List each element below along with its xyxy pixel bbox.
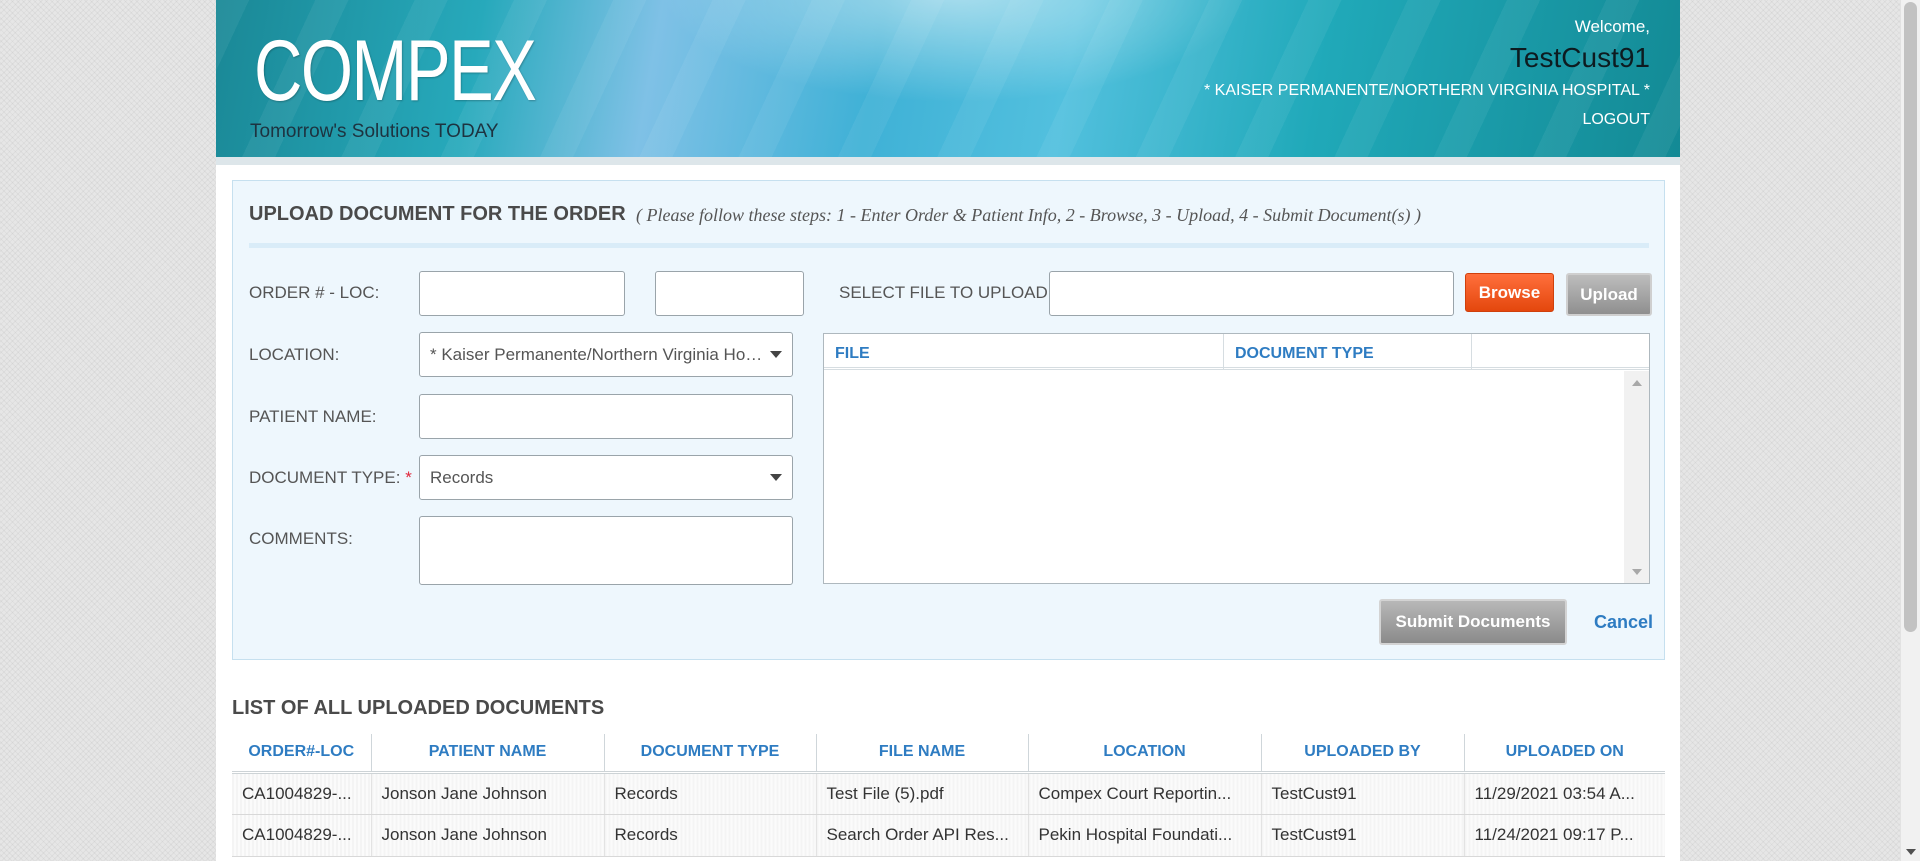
- upload-instructions: ( Please follow these steps: 1 - Enter O…: [636, 205, 1422, 225]
- tagline: Tomorrow's Solutions TODAY: [250, 121, 499, 142]
- cell-uploaded-by: TestCust91: [1261, 814, 1465, 857]
- welcome-text: Welcome,: [1574, 17, 1650, 36]
- header-banner: COMPEX Tomorrow's Solutions TODAY Welcom…: [216, 0, 1680, 157]
- cell-location: Compex Court Reportin...: [1028, 772, 1262, 815]
- cell-uploaded-by: TestCust91: [1261, 772, 1465, 815]
- scroll-down-icon[interactable]: [1632, 569, 1642, 575]
- cell-patient-name: Jonson Jane Johnson: [371, 772, 605, 815]
- column-header-document-type[interactable]: DOCUMENT TYPE: [604, 734, 817, 774]
- location-label: LOCATION:: [249, 345, 340, 364]
- comments-textarea[interactable]: [419, 516, 793, 585]
- chevron-down-icon: [770, 474, 782, 481]
- scroll-up-icon[interactable]: [1632, 380, 1642, 386]
- column-header-file-name[interactable]: FILE NAME: [816, 734, 1029, 774]
- scroll-down-icon[interactable]: [1906, 849, 1916, 855]
- compex-logo[interactable]: COMPEX: [254, 28, 537, 114]
- browse-button[interactable]: Browse: [1465, 273, 1554, 312]
- column-header-patient-name[interactable]: PATIENT NAME: [371, 734, 605, 774]
- current-location: * KAISER PERMANENTE/NORTHERN VIRGINIA HO…: [1203, 82, 1650, 99]
- loc-input[interactable]: [655, 271, 804, 316]
- order-number-input[interactable]: [419, 271, 625, 316]
- uploaded-list-title: LIST OF ALL UPLOADED DOCUMENTS: [232, 697, 605, 719]
- file-path-input[interactable]: [1049, 271, 1454, 316]
- chevron-down-icon: [770, 351, 782, 358]
- submit-documents-button[interactable]: Submit Documents: [1379, 599, 1567, 645]
- table-row[interactable]: CA1004829-... Jonson Jane Johnson Record…: [232, 772, 1665, 815]
- upload-panel: UPLOAD DOCUMENT FOR THE ORDER ( Please f…: [232, 180, 1665, 660]
- column-header-uploaded-on[interactable]: UPLOADED ON: [1464, 734, 1665, 774]
- document-type-select[interactable]: Records: [419, 455, 793, 500]
- document-type-label-text: DOCUMENT TYPE:: [249, 468, 401, 487]
- upload-button[interactable]: Upload: [1566, 273, 1652, 316]
- scrollbar-thumb[interactable]: [1904, 2, 1917, 632]
- comments-label: COMMENTS:: [249, 529, 353, 548]
- cell-patient-name: Jonson Jane Johnson: [371, 814, 605, 857]
- location-select-value: * Kaiser Permanente/Northern Virginia Ho…: [430, 344, 770, 364]
- cell-document-type: Records: [604, 814, 817, 857]
- location-select[interactable]: * Kaiser Permanente/Northern Virginia Ho…: [419, 332, 793, 377]
- cell-order-loc: CA1004829-...: [232, 814, 372, 857]
- column-header-order-loc[interactable]: ORDER#-LOC: [232, 734, 372, 774]
- document-type-label: DOCUMENT TYPE: *: [249, 468, 412, 488]
- cell-file-name: Test File (5).pdf: [816, 772, 1029, 815]
- uploaded-documents-table: ORDER#-LOC PATIENT NAME DOCUMENT TYPE FI…: [232, 734, 1665, 857]
- username: TestCust91: [1509, 42, 1650, 73]
- required-mark: *: [405, 468, 412, 487]
- selected-files-grid: FILE DOCUMENT TYPE: [823, 333, 1650, 584]
- document-type-column-header[interactable]: DOCUMENT TYPE: [1224, 334, 1472, 370]
- table-header-row: ORDER#-LOC PATIENT NAME DOCUMENT TYPE FI…: [232, 734, 1665, 774]
- cell-location: Pekin Hospital Foundati...: [1028, 814, 1262, 857]
- page-container: COMPEX Tomorrow's Solutions TODAY Welcom…: [216, 0, 1680, 861]
- logout-link[interactable]: LOGOUT: [1204, 105, 1650, 135]
- upload-title: UPLOAD DOCUMENT FOR THE ORDER: [249, 203, 626, 225]
- files-grid-scrollbar[interactable]: [1624, 371, 1649, 583]
- header-divider: [216, 157, 1680, 165]
- table-row[interactable]: CA1004829-... Jonson Jane Johnson Record…: [232, 814, 1665, 857]
- title-divider: [249, 243, 1649, 248]
- order-label: ORDER # - LOC:: [249, 283, 380, 302]
- column-header-location[interactable]: LOCATION: [1028, 734, 1262, 774]
- cell-document-type: Records: [604, 772, 817, 815]
- cell-order-loc: CA1004829-...: [232, 772, 372, 815]
- cell-uploaded-on: 11/29/2021 03:54 A...: [1464, 772, 1665, 815]
- cancel-link[interactable]: Cancel: [1594, 612, 1653, 633]
- patient-name-label: PATIENT NAME:: [249, 407, 377, 426]
- cell-uploaded-on: 11/24/2021 09:17 P...: [1464, 814, 1665, 857]
- cell-file-name: Search Order API Res...: [816, 814, 1029, 857]
- select-file-label: SELECT FILE TO UPLOAD:: [839, 283, 1053, 302]
- document-type-value: Records: [430, 467, 494, 487]
- file-column-header[interactable]: FILE: [824, 334, 1224, 370]
- column-header-uploaded-by[interactable]: UPLOADED BY: [1261, 734, 1465, 774]
- user-info: Welcome, TestCust91 * KAISER PERMANENTE/…: [1204, 15, 1650, 135]
- files-grid-header: FILE DOCUMENT TYPE: [824, 334, 1649, 370]
- patient-name-input[interactable]: [419, 394, 793, 439]
- page-scrollbar[interactable]: [1900, 0, 1920, 861]
